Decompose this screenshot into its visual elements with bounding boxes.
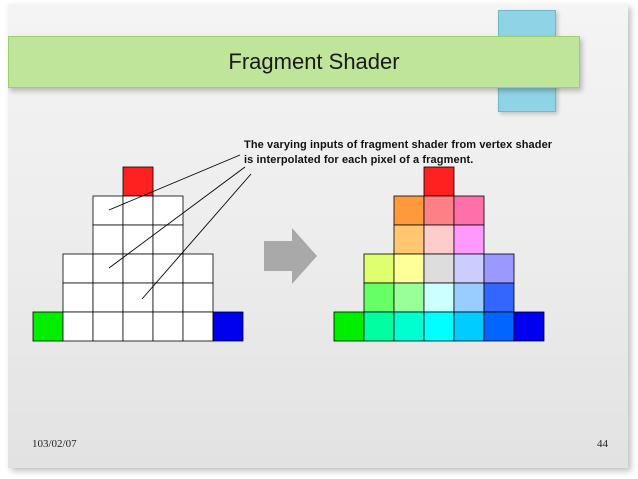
left-grid-cell-r2-c2 [152,224,184,255]
left-grid-cell-r1-c0 [92,195,124,226]
right-grid-cell-r3-c1 [393,253,425,284]
left-grid-cell-r2-c0 [92,224,124,255]
slide: Fragment Shader The varying inputs of fr… [8,4,628,468]
left-grid-cell-r5-c5 [182,311,214,342]
right-grid-cell-r5-c0 [333,311,365,342]
right-grid-cell-r5-c6 [513,311,545,342]
right-grid-cell-r2-c1 [423,224,455,255]
right-grid-cell-r4-c3 [453,282,485,313]
right-arrow-icon [264,228,317,284]
right-grid-cell-r3-c3 [453,253,485,284]
left-grid-cell-r1-c2 [152,195,184,226]
left-grid-cell-r5-c3 [122,311,154,342]
left-grid-cell-r4-c1 [92,282,124,313]
left-grid-cell-r3-c2 [122,253,154,284]
left-grid-cell-r4-c2 [122,282,154,313]
right-grid-cell-r4-c4 [483,282,515,313]
right-grid-cell-r5-c1 [363,311,395,342]
left-grid-cell-r0-c0 [122,166,154,197]
left-grid-cell-r3-c1 [92,253,124,284]
right-grid-cell-r1-c2 [453,195,485,226]
left-grid-cell-r4-c4 [182,282,214,313]
right-grid-cell-r3-c4 [483,253,515,284]
left-grid-cell-r3-c0 [62,253,94,284]
right-grid-cell-r0-c0 [423,166,455,197]
right-grid-cell-r4-c0 [363,282,395,313]
right-grid-cell-r3-c0 [363,253,395,284]
arrow-shape [264,228,317,284]
left-grid-cell-r5-c2 [92,311,124,342]
right-grid-cell-r2-c2 [453,224,485,255]
right-grid-cell-r4-c2 [423,282,455,313]
left-grid-cell-r4-c3 [152,282,184,313]
interpolation-diagram [32,154,545,342]
left-grid-cell-r5-c1 [62,311,94,342]
left-grid-cell-r2-c1 [122,224,154,255]
left-fragment-grid [32,166,244,342]
left-grid-cell-r5-c6 [212,311,244,342]
left-grid-cell-r4-c0 [62,282,94,313]
right-grid-cell-r2-c0 [393,224,425,255]
right-grid-cell-r1-c1 [423,195,455,226]
right-fragment-grid [333,166,545,342]
note-line-2: is interpolated for each pixel of a frag… [244,154,474,166]
left-grid-cell-r5-c0 [32,311,64,342]
right-grid-cell-r3-c2 [423,253,455,284]
left-grid-cell-r5-c4 [152,311,184,342]
right-grid-cell-r5-c5 [483,311,515,342]
right-grid-cell-r5-c2 [393,311,425,342]
right-grid-cell-r4-c1 [393,282,425,313]
footer-date: 103/02/07 [32,438,77,450]
explanation-note: The varying inputs of fragment shader fr… [244,138,604,168]
right-grid-cell-r5-c3 [423,311,455,342]
right-grid-cell-r1-c0 [393,195,425,226]
left-grid-cell-r3-c4 [182,253,214,284]
note-line-1: The varying inputs of fragment shader fr… [244,139,553,151]
page-number: 44 [597,438,608,450]
right-grid-cell-r5-c4 [453,311,485,342]
left-grid-cell-r1-c1 [122,195,154,226]
